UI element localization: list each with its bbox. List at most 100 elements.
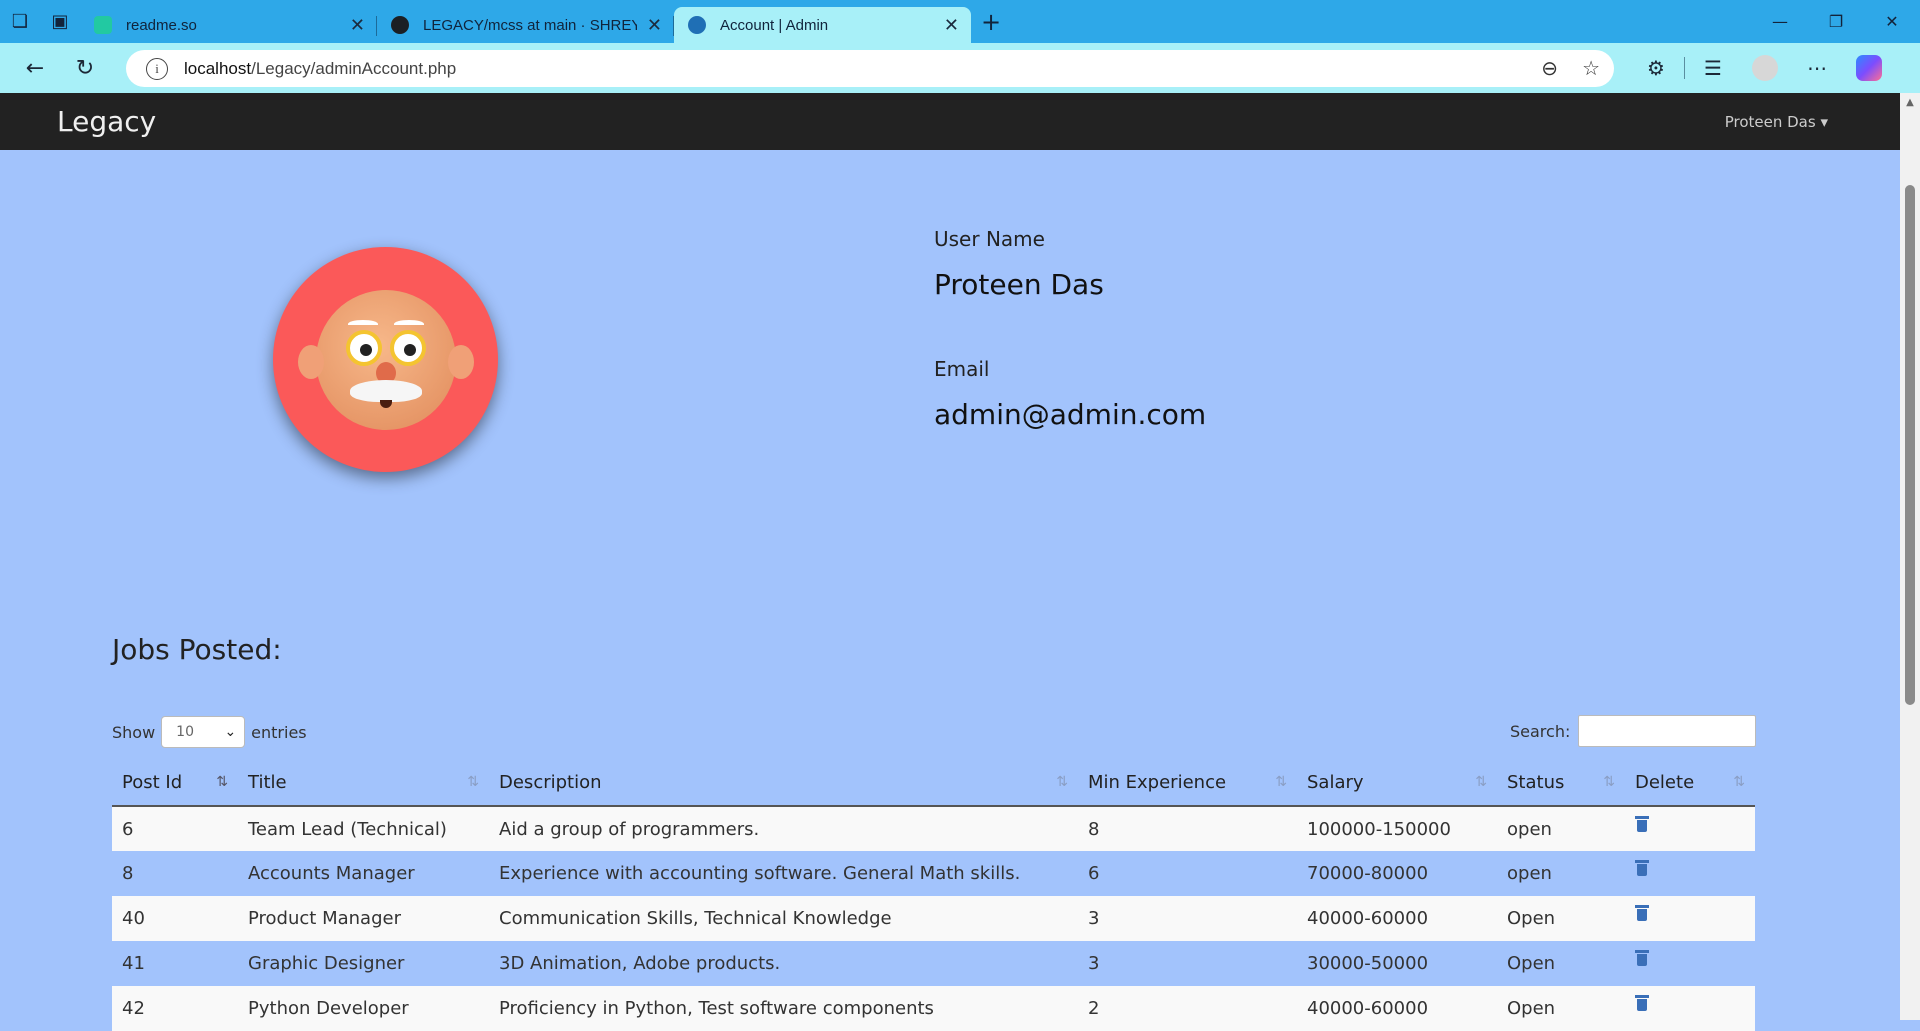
cell-min-experience: 3: [1078, 896, 1297, 941]
new-tab-button[interactable]: +: [971, 0, 1011, 43]
column-header-label: Description: [499, 772, 602, 793]
browser-tab-account[interactable]: Account | Admin ✕: [674, 7, 971, 43]
url-field[interactable]: i localhost/Legacy/adminAccount.php ⊖ ☆: [126, 50, 1614, 87]
column-header-delete[interactable]: Delete ⇅: [1625, 760, 1755, 807]
cell-post-id: 40: [112, 896, 238, 941]
cell-delete: [1625, 986, 1755, 1031]
restore-icon[interactable]: ❐: [1808, 0, 1864, 43]
column-header-label: Salary: [1307, 772, 1364, 793]
close-tab-icon[interactable]: ✕: [350, 15, 365, 36]
copilot-icon[interactable]: [1856, 55, 1882, 81]
cell-salary: 70000-80000: [1297, 851, 1497, 896]
jobs-table: Post Id ⇅ Title ⇅ Description ⇅ Min Experie…: [112, 760, 1755, 1031]
toolbar-divider: [1684, 57, 1685, 79]
cell-salary: 30000-50000: [1297, 941, 1497, 986]
cell-min-experience: 6: [1078, 851, 1297, 896]
trash-icon[interactable]: [1635, 905, 1649, 921]
favorite-star-icon[interactable]: ☆: [1582, 56, 1600, 81]
cell-title: Product Manager: [238, 896, 489, 941]
browser-tab-github[interactable]: LEGACY/mcss at main · SHREYANS ✕: [377, 7, 674, 43]
readme-favicon-icon: [94, 16, 112, 34]
sort-asc-icon: ⇅: [216, 774, 228, 790]
minimize-icon[interactable]: —: [1752, 0, 1808, 43]
cell-description: Aid a group of programmers.: [489, 806, 1078, 851]
browser-tab-strip: ❏ ▣ readme.so ✕ LEGACY/mcss at main · SH…: [0, 0, 1920, 43]
column-header-salary[interactable]: Salary ⇅: [1297, 760, 1497, 807]
cell-description: Proficiency in Python, Test software com…: [489, 986, 1078, 1031]
cell-post-id: 42: [112, 986, 238, 1031]
trash-icon[interactable]: [1635, 995, 1649, 1011]
site-info-icon[interactable]: i: [146, 57, 168, 80]
user-dropdown[interactable]: Proteen Das ▾: [1725, 113, 1828, 131]
email-value: admin@admin.com: [934, 398, 1207, 431]
sort-icon: ⇅: [1475, 774, 1487, 790]
scroll-up-icon[interactable]: ▲: [1900, 93, 1920, 111]
trash-icon[interactable]: [1635, 815, 1649, 832]
site-brand[interactable]: Legacy: [57, 105, 156, 138]
vertical-tabs-icon[interactable]: ▣: [40, 0, 80, 43]
trash-icon[interactable]: [1635, 860, 1649, 876]
entries-select[interactable]: 10 ⌄: [161, 716, 246, 748]
cell-description: 3D Animation, Adobe products.: [489, 941, 1078, 986]
close-tab-icon[interactable]: ✕: [944, 15, 959, 36]
entries-length-control: Show 10 ⌄ entries: [112, 716, 307, 748]
cell-min-experience: 3: [1078, 941, 1297, 986]
cell-description: Experience with accounting software. Gen…: [489, 851, 1078, 896]
back-arrow-icon[interactable]: ←: [10, 43, 60, 93]
column-header-post-id[interactable]: Post Id ⇅: [112, 760, 238, 807]
user-dropdown-label: Proteen Das: [1724, 113, 1816, 131]
column-header-title[interactable]: Title ⇅: [238, 760, 489, 807]
cell-min-experience: 2: [1078, 986, 1297, 1031]
zoom-out-icon[interactable]: ⊖: [1541, 56, 1558, 81]
more-menu-icon[interactable]: ⋯: [1791, 43, 1843, 93]
jobs-section-title: Jobs Posted:: [112, 633, 282, 666]
cell-status: Open: [1497, 941, 1625, 986]
cell-min-experience: 8: [1078, 806, 1297, 851]
avatar-face-icon: [297, 289, 474, 430]
scrollbar-thumb[interactable]: [1905, 185, 1915, 705]
cell-status: open: [1497, 851, 1625, 896]
close-tab-icon[interactable]: ✕: [647, 15, 662, 36]
sort-icon: ⇅: [1733, 774, 1745, 790]
profile-avatar-icon[interactable]: [1752, 55, 1778, 81]
column-header-status[interactable]: Status ⇅: [1497, 760, 1625, 807]
sort-icon: ⇅: [467, 774, 479, 790]
username-value: Proteen Das: [934, 268, 1104, 301]
table-row: 40 Product Manager Communication Skills,…: [112, 896, 1755, 941]
cell-title: Python Developer: [238, 986, 489, 1031]
cell-status: Open: [1497, 896, 1625, 941]
column-header-description[interactable]: Description ⇅: [489, 760, 1078, 807]
cell-status: open: [1497, 806, 1625, 851]
browser-tab-readme[interactable]: readme.so ✕: [80, 7, 377, 43]
cell-salary: 100000-150000: [1297, 806, 1497, 851]
page-scrollbar[interactable]: ▲: [1900, 93, 1920, 1020]
cell-delete: [1625, 806, 1755, 851]
caret-down-icon: ▾: [1815, 113, 1828, 131]
table-row: 42 Python Developer Proficiency in Pytho…: [112, 986, 1755, 1031]
sort-icon: ⇅: [1275, 774, 1287, 790]
search-input[interactable]: [1578, 715, 1757, 747]
cell-post-id: 41: [112, 941, 238, 986]
cell-delete: [1625, 941, 1755, 986]
show-label: Show: [112, 722, 156, 742]
workspaces-icon[interactable]: ❏: [0, 0, 40, 43]
url-path: /Legacy/adminAccount.php: [251, 58, 457, 78]
trash-icon[interactable]: [1635, 950, 1649, 966]
entries-label: entries: [251, 722, 307, 742]
refresh-icon[interactable]: ↻: [60, 43, 110, 93]
close-window-icon[interactable]: ✕: [1864, 0, 1920, 43]
username-label: User Name: [934, 227, 1045, 251]
extensions-icon[interactable]: ⚙: [1630, 43, 1682, 93]
table-row: 41 Graphic Designer 3D Animation, Adobe …: [112, 941, 1755, 986]
url-host: localhost: [184, 58, 252, 78]
sort-icon: ⇅: [1056, 774, 1068, 790]
favorites-icon[interactable]: ☰: [1687, 43, 1739, 93]
cell-title: Graphic Designer: [238, 941, 489, 986]
site-navbar: Legacy Proteen Das ▾: [0, 93, 1900, 150]
browser-toolbar: ⚙ ☰ ⋯: [1630, 43, 1882, 93]
column-header-label: Delete: [1635, 772, 1695, 793]
column-header-min-experience[interactable]: Min Experience ⇅: [1078, 760, 1297, 807]
cell-salary: 40000-60000: [1297, 896, 1497, 941]
url-actions: ⊖ ☆: [1541, 50, 1600, 87]
tab-title: readme.so: [126, 16, 197, 34]
